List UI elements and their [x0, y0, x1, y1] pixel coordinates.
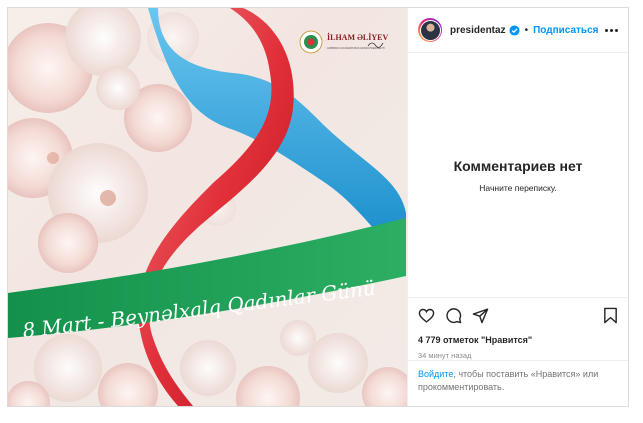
post-time[interactable]: 34 минут назад [408, 351, 628, 360]
username-link[interactable]: presidentaz [450, 25, 506, 36]
post-sidebar: presidentaz • Подписаться Комментариев н… [407, 8, 628, 406]
comment-icon[interactable] [445, 307, 462, 324]
share-icon[interactable] [472, 307, 489, 324]
more-icon[interactable] [605, 28, 618, 32]
follow-button[interactable]: Подписаться [533, 25, 598, 36]
verified-icon [509, 24, 520, 36]
post-header: presidentaz • Подписаться [408, 8, 628, 53]
action-bar [408, 297, 628, 333]
likes-count[interactable]: 4 779 отметок "Нравится" [408, 335, 628, 345]
bookmark-icon[interactable] [603, 307, 618, 324]
login-prompt: Войдите, чтобы поставить «Нравится» или … [408, 360, 628, 406]
post-image[interactable]: 8 Mart - Beynəlxalq Qadınlar Günü İLHAM … [8, 8, 407, 406]
heart-icon[interactable] [418, 307, 435, 324]
comments-area: Комментариев нет Начните переписку. [408, 53, 628, 297]
president-logo: İLHAM ƏLİYEV AZƏRBAYCAN RESPUBLİKASININ … [299, 30, 388, 54]
blossom-decoration [8, 8, 236, 273]
login-link[interactable]: Войдите [418, 369, 453, 379]
post-artwork: 8 Mart - Beynəlxalq Qadınlar Günü İLHAM … [8, 8, 407, 406]
instagram-post: 8 Mart - Beynəlxalq Qadınlar Günü İLHAM … [7, 7, 629, 407]
empty-comments-subtitle: Начните переписку. [479, 182, 557, 193]
logo-name: İLHAM ƏLİYEV [327, 32, 388, 42]
empty-comments-title: Комментариев нет [453, 157, 583, 174]
avatar[interactable] [418, 18, 442, 42]
separator: • [524, 24, 529, 36]
